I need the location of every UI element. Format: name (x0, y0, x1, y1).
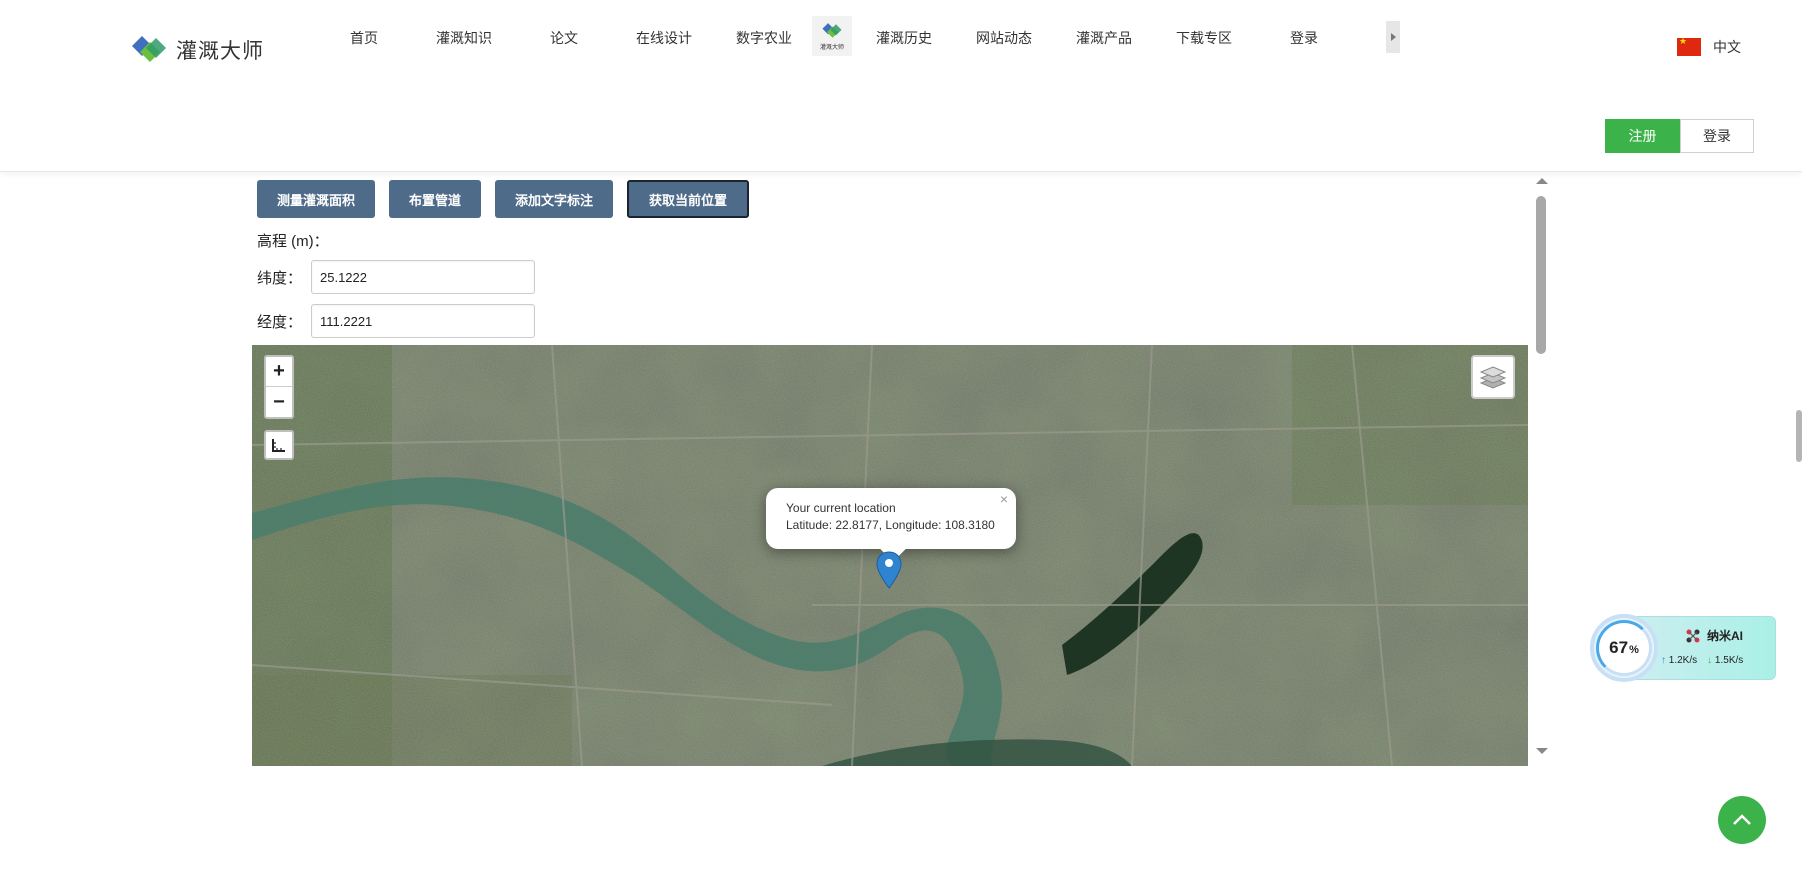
elevation-label: 高程 (m)： (257, 233, 329, 250)
back-to-top-button[interactable] (1718, 796, 1766, 844)
brand-name: 灌溉大师 (176, 40, 264, 63)
nav-item-home[interactable]: 首页 (350, 28, 378, 48)
language-switch[interactable]: 中文 (1677, 36, 1741, 57)
layers-button[interactable] (1471, 355, 1515, 399)
nav-item-digital-agri[interactable]: 数字农业 (736, 28, 792, 48)
popup-title: Your current location (786, 501, 896, 515)
longitude-input[interactable]: 111.2221 (311, 304, 535, 338)
nav-logo-badge[interactable]: 灌溉大师 (812, 16, 852, 56)
ruler-icon (272, 439, 285, 452)
arrow-up-icon: ↑ (1661, 655, 1666, 666)
add-text-label-button[interactable]: 添加文字标注 (495, 180, 614, 218)
nav-scroll-right-icon[interactable] (1386, 21, 1400, 53)
ai-title: 纳米AI (1685, 627, 1743, 644)
nav-item-online-design[interactable]: 在线设计 (636, 28, 692, 48)
location-marker-icon[interactable] (876, 551, 902, 589)
badge-text: 灌溉大师 (819, 43, 844, 51)
page-scrollbar-thumb[interactable] (1796, 410, 1802, 462)
latitude-label: 纬度： (257, 269, 303, 287)
nav-item-papers[interactable]: 论文 (550, 28, 578, 48)
nav-item-news[interactable]: 网站动态 (976, 28, 1032, 48)
arrow-down-icon: ↓ (1707, 655, 1713, 666)
nav-item-downloads[interactable]: 下载专区 (1176, 28, 1232, 48)
site-logo[interactable]: 灌溉大师 (130, 34, 264, 66)
language-label: 中文 (1713, 39, 1741, 55)
latitude-input[interactable]: 25.1222 (311, 260, 535, 294)
longitude-row: 经度： 111.2221 (257, 304, 535, 338)
ai-usage-ring: 67% (1590, 614, 1658, 682)
location-popup: × Your current location Latitude: 22.817… (766, 488, 1016, 562)
popup-close-icon[interactable]: × (1000, 491, 1008, 508)
satellite-map[interactable]: + − × Your current location Latitude: 22… (252, 345, 1528, 766)
zoom-control: + − (264, 355, 294, 419)
longitude-label: 经度： (257, 313, 303, 331)
badge-logo-icon (822, 22, 842, 38)
upload-speed: ↑ 1.2K/s (1661, 655, 1698, 666)
china-flag-icon (1677, 36, 1701, 56)
logo-icon (132, 36, 166, 62)
chevron-up-icon (1733, 814, 1751, 825)
elevation-row: 高程 (m)： (257, 230, 329, 251)
scroll-down-icon[interactable] (1536, 748, 1548, 754)
nav-item-login[interactable]: 登录 (1290, 28, 1318, 48)
zoom-out-button[interactable]: − (266, 387, 292, 417)
latitude-row: 纬度： 25.1222 (257, 260, 535, 294)
scrollbar-thumb[interactable] (1536, 196, 1546, 354)
ai-usage-value: 67% (1596, 620, 1652, 676)
nav-item-history[interactable]: 灌溉历史 (876, 28, 932, 48)
measure-area-button[interactable]: 测量灌溉面积 (257, 180, 376, 218)
nav-item-products[interactable]: 灌溉产品 (1076, 28, 1132, 48)
nano-ai-icon (1686, 629, 1700, 642)
register-button[interactable]: 注册 (1605, 119, 1680, 153)
ai-network-stats: ↑ 1.2K/s ↓ 1.5K/s (1661, 655, 1743, 666)
download-speed: ↓ 1.5K/s (1707, 655, 1744, 666)
lay-pipe-button[interactable]: 布置管道 (389, 180, 482, 218)
measure-tool-button[interactable] (264, 430, 294, 460)
scroll-up-icon[interactable] (1536, 178, 1548, 184)
ai-name: 纳米AI (1707, 629, 1744, 643)
popup-coordinates: Latitude: 22.8177, Longitude: 108.3180 (786, 518, 995, 532)
design-panel: 测量灌溉面积 布置管道 添加文字标注 获取当前位置 高程 (m)： 纬度： 25… (252, 174, 1552, 766)
login-button[interactable]: 登录 (1680, 119, 1754, 153)
map-toolbar: 测量灌溉面积 布置管道 添加文字标注 获取当前位置 (257, 180, 750, 218)
auth-buttons: 注册 登录 (1605, 119, 1754, 153)
zoom-in-button[interactable]: + (266, 357, 292, 387)
nano-ai-widget[interactable]: 纳米AI ↑ 1.2K/s ↓ 1.5K/s 67% (1590, 614, 1776, 682)
layers-icon (1479, 366, 1507, 389)
get-location-button[interactable]: 获取当前位置 (627, 180, 750, 218)
panel-scrollbar[interactable] (1532, 174, 1550, 766)
nav-item-knowledge[interactable]: 灌溉知识 (436, 28, 492, 48)
site-header: 灌溉大师 首页 灌溉知识 论文 在线设计 数字农业 灌溉历史 网站动态 灌溉产品… (0, 0, 1802, 172)
